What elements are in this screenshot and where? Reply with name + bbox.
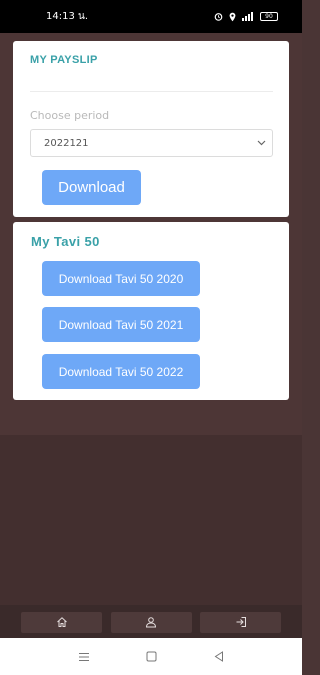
status-bar: 14:13 น. 90 [0,0,302,33]
period-label: Choose period [30,109,110,122]
status-icons: 90 [214,12,278,22]
battery-icon: 90 [260,12,278,21]
status-time: 14:13 น. [46,11,89,22]
home-square-icon[interactable] [146,651,157,662]
back-icon[interactable] [214,651,224,662]
period-select[interactable]: 2022121 [30,129,273,157]
nav-profile-button[interactable] [110,612,192,633]
period-select-value: 2022121 [44,137,89,149]
payslip-card: MY PAYSLIP Choose period 2022121 Downloa… [13,41,289,217]
logout-icon [235,613,247,632]
recent-apps-icon[interactable] [78,652,90,662]
system-nav-bar [0,638,302,675]
home-icon [56,613,68,632]
empty-background [0,435,302,605]
payslip-title: MY PAYSLIP [30,54,98,66]
chevron-down-icon [257,138,266,149]
alarm-icon [214,12,223,21]
divider [30,91,273,92]
tavi-title: My Tavi 50 [31,234,100,249]
nav-home-button[interactable] [21,612,102,633]
user-icon [145,613,157,632]
bottom-nav [0,605,302,638]
nav-logout-button[interactable] [200,612,281,633]
download-tavi-2022-button[interactable]: Download Tavi 50 2022 [42,354,200,389]
download-tavi-2021-button[interactable]: Download Tavi 50 2021 [42,307,200,342]
download-payslip-button[interactable]: Download [42,170,141,205]
signal-icon [242,12,254,21]
location-icon [229,12,236,22]
download-tavi-2020-button[interactable]: Download Tavi 50 2020 [42,261,200,296]
tavi-card: My Tavi 50 Download Tavi 50 2020 Downloa… [13,222,289,400]
